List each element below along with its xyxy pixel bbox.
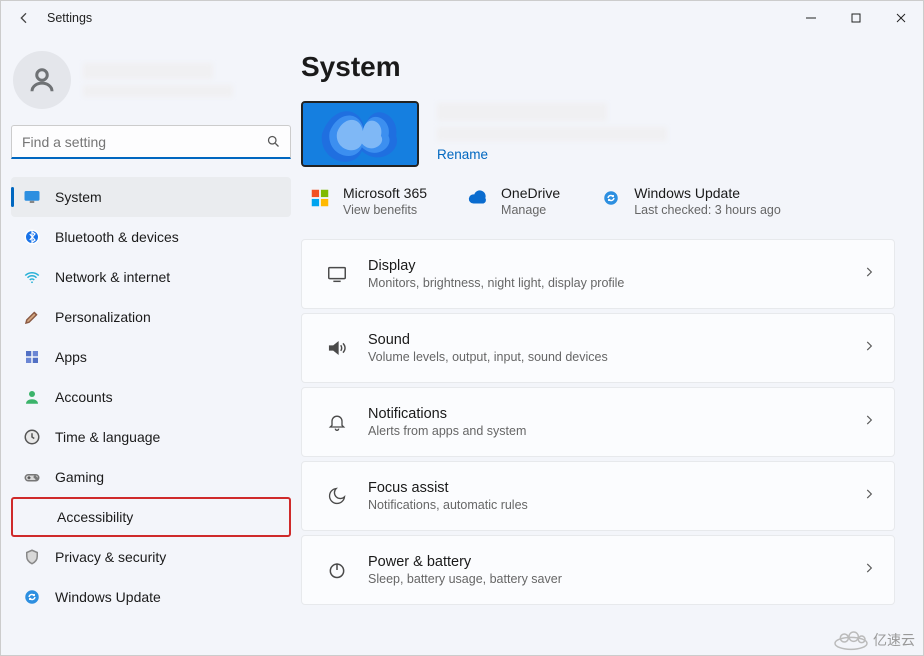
sync-icon [23, 588, 41, 606]
watermark: 亿速云 [831, 629, 915, 651]
chevron-right-icon [862, 339, 876, 358]
card-subtitle: Monitors, brightness, night light, displ… [368, 276, 862, 290]
sidebar-item-system[interactable]: System [11, 177, 291, 217]
titlebar: Settings [1, 1, 923, 35]
quicklink-title: Microsoft 365 [343, 185, 427, 201]
card-title: Focus assist [368, 480, 862, 496]
sidebar-item-label: Time & language [55, 429, 160, 445]
device-hero: x x Rename [301, 101, 895, 167]
chevron-right-icon [862, 561, 876, 580]
apps-icon [23, 348, 41, 366]
settings-cards: Display Monitors, brightness, night light… [301, 239, 895, 605]
sound-icon [320, 337, 354, 359]
sidebar-item-accessibility[interactable]: Accessibility [11, 497, 291, 537]
card-power-battery[interactable]: Power & battery Sleep, battery usage, bat… [301, 535, 895, 605]
sidebar-item-windows-update[interactable]: Windows Update [11, 577, 291, 617]
sidebar-item-label: System [55, 189, 102, 205]
wifi-icon [23, 268, 41, 286]
card-title: Sound [368, 332, 862, 348]
sidebar-item-bluetooth-devices[interactable]: Bluetooth & devices [11, 217, 291, 257]
rename-link[interactable]: Rename [437, 147, 667, 162]
brush-icon [23, 308, 41, 326]
sidebar-item-apps[interactable]: Apps [11, 337, 291, 377]
sidebar-item-network-internet[interactable]: Network & internet [11, 257, 291, 297]
search-input[interactable] [11, 125, 291, 159]
content-area: System x x Rename Microsoft 365 View bene… [301, 35, 923, 655]
quicklink-onedrive[interactable]: OneDrive Manage [467, 185, 560, 217]
device-name-redacted: x [437, 103, 607, 121]
window-title: Settings [47, 11, 92, 25]
card-subtitle: Alerts from apps and system [368, 424, 862, 438]
sync-icon [600, 187, 622, 209]
accessibility-icon [25, 508, 43, 526]
sidebar-item-label: Accounts [55, 389, 113, 405]
avatar [13, 51, 71, 109]
sidebar-item-label: Privacy & security [55, 549, 166, 565]
sidebar-item-accounts[interactable]: Accounts [11, 377, 291, 417]
person-icon [23, 388, 41, 406]
quicklink-subtitle: Manage [501, 203, 560, 217]
microsoft-icon [309, 187, 331, 209]
card-subtitle: Sleep, battery usage, battery saver [368, 572, 862, 586]
chevron-right-icon [862, 413, 876, 432]
maximize-button[interactable] [833, 1, 878, 35]
back-button[interactable] [7, 1, 41, 35]
device-model-redacted: x [437, 127, 667, 141]
quicklink-title: Windows Update [634, 185, 781, 201]
sidebar-item-label: Bluetooth & devices [55, 229, 179, 245]
bell-icon [320, 412, 354, 432]
card-title: Power & battery [368, 554, 862, 570]
card-sound[interactable]: Sound Volume levels, output, input, sound… [301, 313, 895, 383]
sidebar: x x System Bluetooth & devices Network & i… [1, 35, 301, 655]
page-title: System [301, 51, 895, 83]
bluetooth-icon [23, 228, 41, 246]
sidebar-item-label: Gaming [55, 469, 104, 485]
card-focus-assist[interactable]: Focus assist Notifications, automatic rul… [301, 461, 895, 531]
quicklink-microsoft-[interactable]: Microsoft 365 View benefits [309, 185, 427, 217]
card-notifications[interactable]: Notifications Alerts from apps and system [301, 387, 895, 457]
quicklinks-row: Microsoft 365 View benefits OneDrive Manage… [309, 185, 895, 217]
card-title: Display [368, 258, 862, 274]
quicklink-subtitle: View benefits [343, 203, 427, 217]
monitor-icon [23, 188, 41, 206]
profile-block[interactable]: x x [11, 45, 291, 119]
chevron-right-icon [862, 265, 876, 284]
card-subtitle: Volume levels, output, input, sound devi… [368, 350, 862, 364]
card-display[interactable]: Display Monitors, brightness, night light… [301, 239, 895, 309]
moon-icon [320, 486, 354, 506]
card-title: Notifications [368, 406, 862, 422]
close-button[interactable] [878, 1, 923, 35]
quicklink-subtitle: Last checked: 3 hours ago [634, 203, 781, 217]
sidebar-item-label: Windows Update [55, 589, 161, 605]
gamepad-icon [23, 468, 41, 486]
quicklink-windows-update[interactable]: Windows Update Last checked: 3 hours ago [600, 185, 781, 217]
sidebar-item-time-language[interactable]: Time & language [11, 417, 291, 457]
chevron-right-icon [862, 487, 876, 506]
shield-icon [23, 548, 41, 566]
sidebar-item-personalization[interactable]: Personalization [11, 297, 291, 337]
sidebar-item-label: Network & internet [55, 269, 170, 285]
sidebar-item-label: Apps [55, 349, 87, 365]
sidebar-item-label: Accessibility [57, 509, 133, 525]
search-icon [266, 134, 281, 149]
card-subtitle: Notifications, automatic rules [368, 498, 862, 512]
sidebar-item-label: Personalization [55, 309, 151, 325]
user-email-redacted: x [83, 85, 233, 97]
search-container [11, 125, 291, 159]
sidebar-item-privacy-security[interactable]: Privacy & security [11, 537, 291, 577]
clock-icon [23, 428, 41, 446]
user-name-redacted: x [83, 63, 213, 79]
minimize-button[interactable] [788, 1, 833, 35]
cloud-icon [467, 187, 489, 209]
power-icon [320, 560, 354, 580]
display-icon [320, 263, 354, 285]
nav-list: System Bluetooth & devices Network & inter… [11, 177, 291, 617]
sidebar-item-gaming[interactable]: Gaming [11, 457, 291, 497]
device-thumbnail [301, 101, 419, 167]
quicklink-title: OneDrive [501, 185, 560, 201]
